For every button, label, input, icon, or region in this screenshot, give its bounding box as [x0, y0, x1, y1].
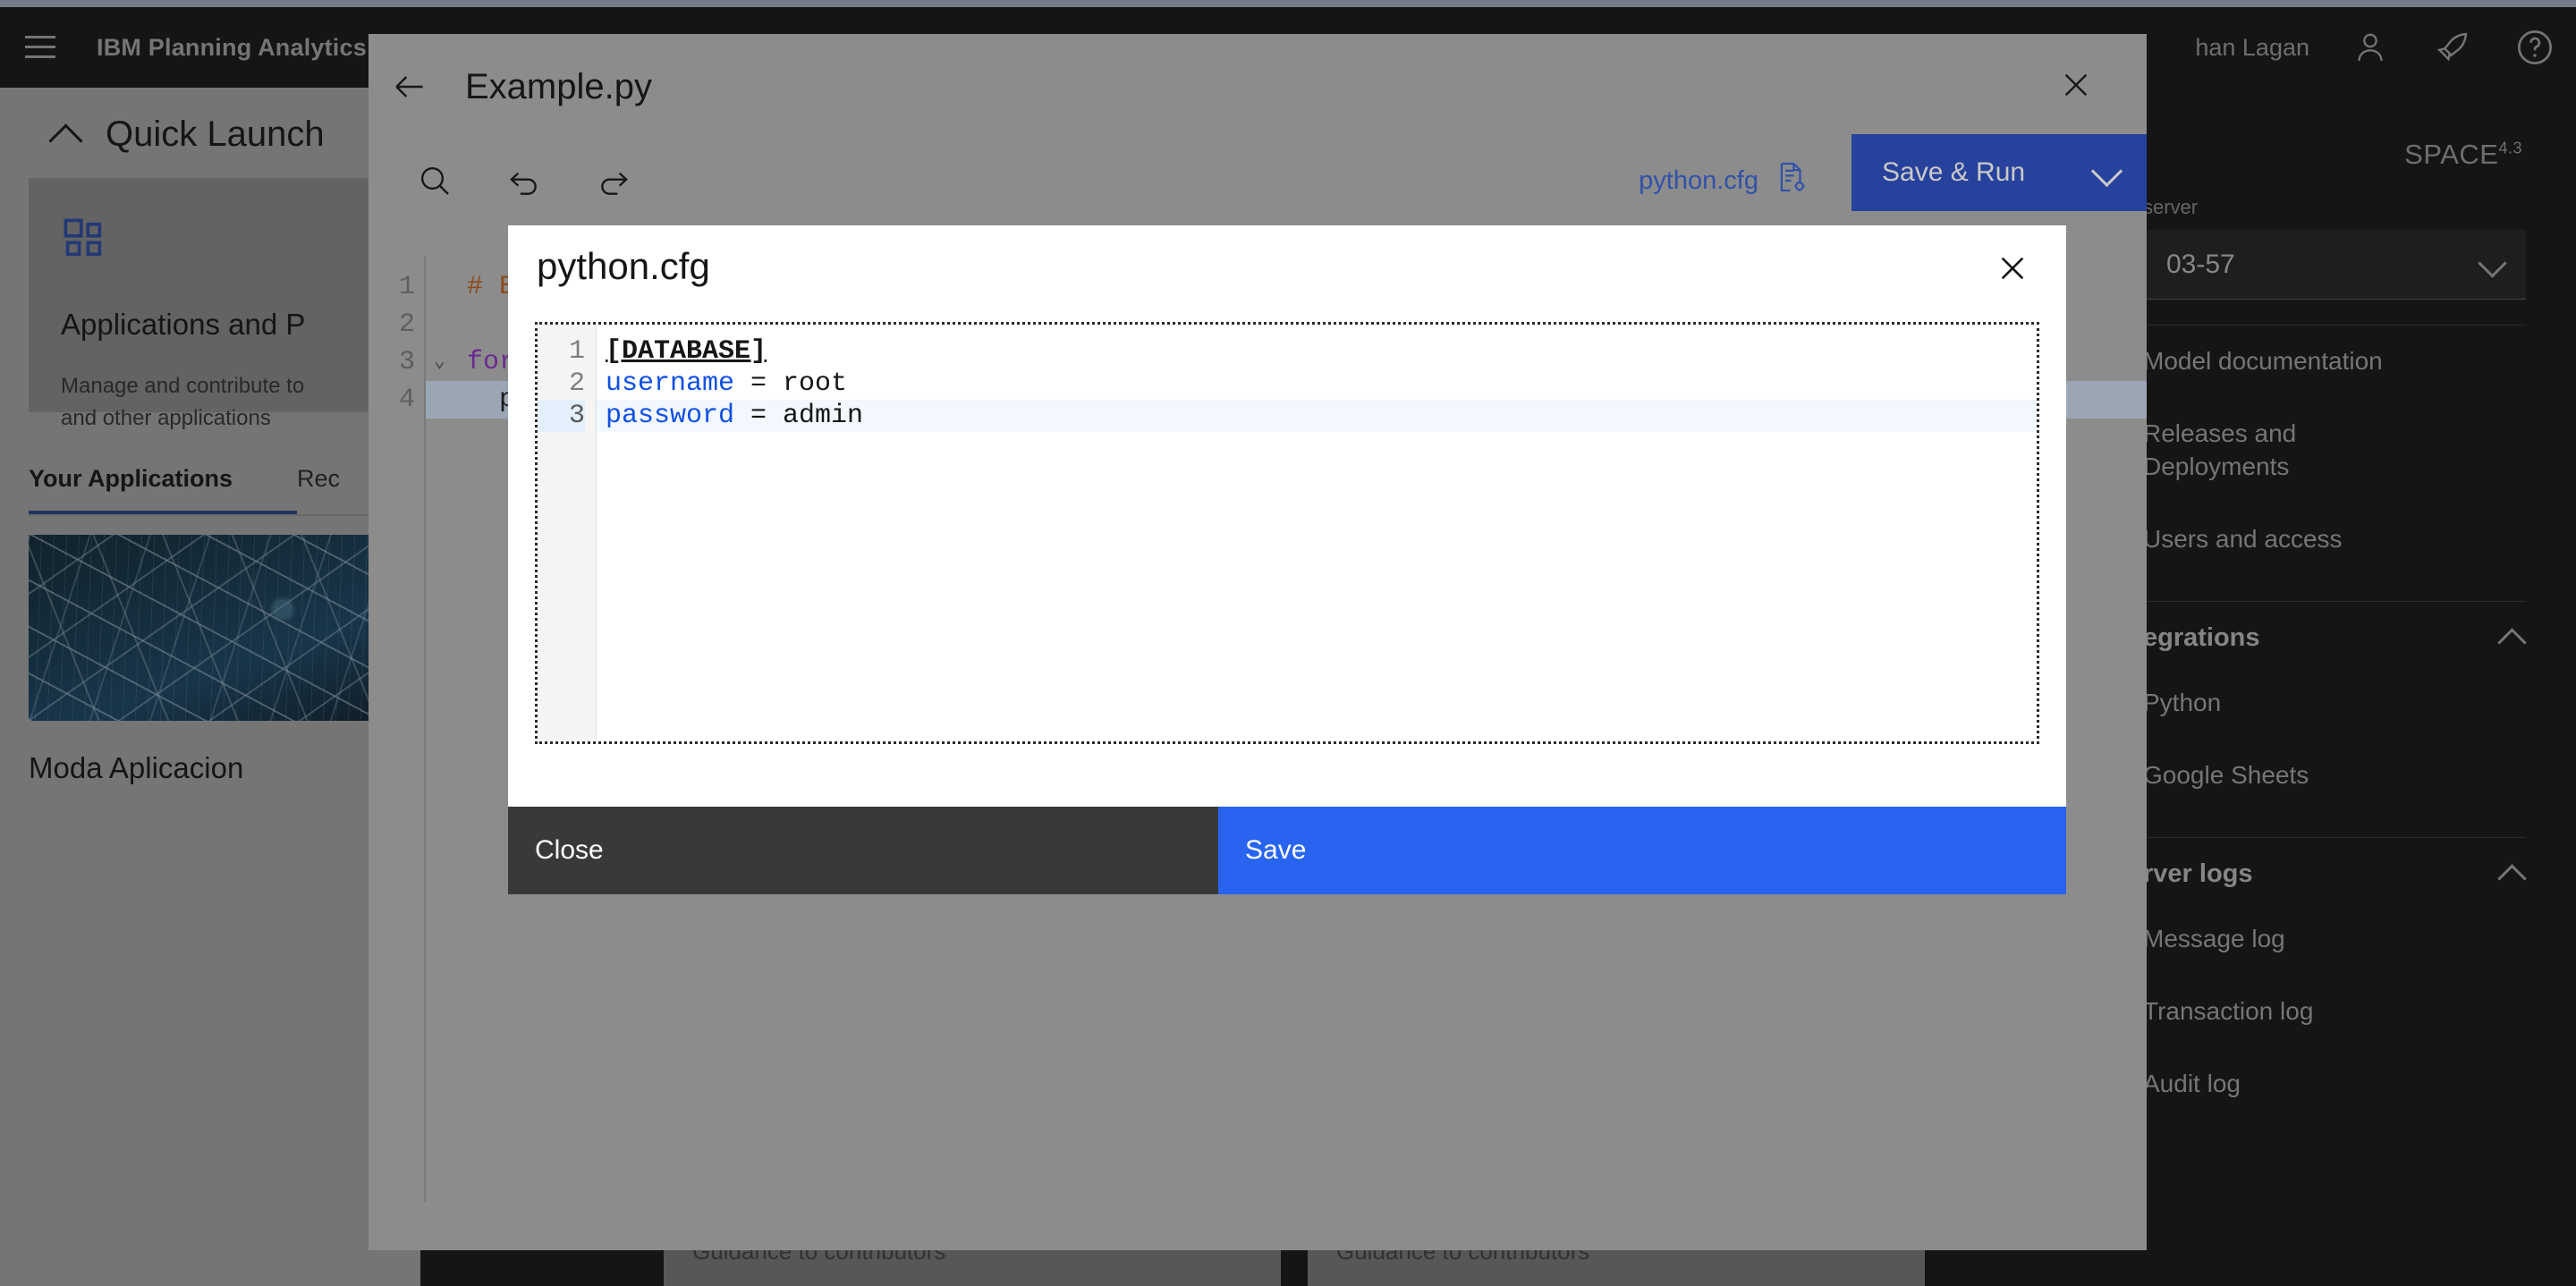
save-and-run-label: Save & Run	[1882, 157, 2026, 187]
modal-body: 1 2 3 [DATABASE] username = root passwor…	[535, 322, 2039, 807]
line-number-text: 3	[398, 347, 415, 377]
chevron-down-icon[interactable]	[2093, 165, 2120, 181]
close-icon[interactable]	[2045, 54, 2107, 116]
cfg-value-password: = admin	[734, 401, 864, 431]
cfg-key-username: username	[606, 368, 735, 399]
cfg-line-number: 2	[568, 368, 585, 399]
fold-chevron-icon[interactable]: ⌄	[424, 343, 445, 381]
cfg-code-lines: [DATABASE] username = root password = ad…	[597, 325, 2037, 741]
modal-actions: Close Save	[508, 807, 2066, 894]
cfg-code-line-active: password = admin	[597, 400, 2037, 432]
save-button[interactable]: Save	[1218, 807, 2066, 894]
python-cfg-link-label: python.cfg	[1639, 165, 1758, 195]
cfg-line-numbers: 1 2 3	[538, 325, 597, 741]
cfg-code-line: username = root	[597, 368, 2037, 400]
save-and-run-button[interactable]: Save & Run	[1852, 134, 2147, 211]
redo-icon[interactable]	[572, 140, 655, 222]
cfg-code-editor[interactable]: 1 2 3 [DATABASE] username = root passwor…	[535, 322, 2039, 744]
line-number: 4	[398, 385, 415, 415]
cfg-section-header: [DATABASE]	[606, 336, 767, 367]
editor-title: Example.py	[465, 66, 652, 106]
line-number: 1	[398, 272, 415, 302]
close-button[interactable]: Close	[508, 807, 1218, 894]
cfg-line-number: 1	[568, 336, 585, 367]
line-number: 3 ⌄	[369, 343, 445, 381]
cfg-code-line: [DATABASE]	[597, 335, 2037, 368]
undo-icon[interactable]	[483, 140, 565, 222]
cfg-value-username: = root	[734, 368, 848, 399]
editor-topbar: Example.py	[369, 34, 2147, 140]
editor-line-numbers: 1 2 3 ⌄ 4	[369, 256, 445, 1202]
line-number: 2	[398, 309, 415, 340]
search-icon[interactable]	[394, 140, 476, 222]
modal-header: python.cfg	[508, 225, 2066, 322]
editor-toolbar: python.cfg Save & Run	[369, 134, 2147, 222]
python-cfg-link[interactable]: python.cfg	[1639, 160, 1809, 201]
python-cfg-modal: python.cfg 1 2 3 [DATABASE] username = r…	[508, 225, 2066, 894]
cfg-line-number-active: 3	[538, 400, 585, 432]
modal-title: python.cfg	[537, 245, 710, 287]
close-icon[interactable]	[1979, 234, 2046, 302]
document-settings-icon	[1775, 160, 1809, 201]
cfg-key-password: password	[606, 401, 735, 431]
arrow-left-icon[interactable]	[369, 46, 451, 128]
